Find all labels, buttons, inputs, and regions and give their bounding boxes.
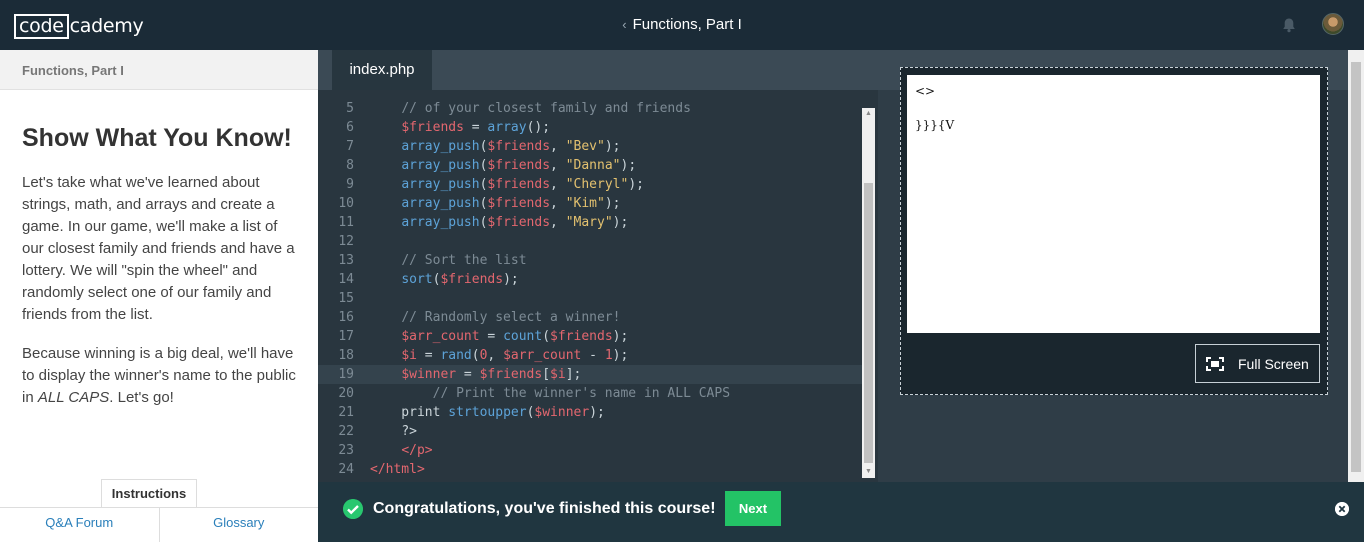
code-line[interactable]: 20 // Print the winner's name in ALL CAP… <box>318 384 863 403</box>
next-button[interactable]: Next <box>725 491 781 526</box>
completion-message: Congratulations, you've finished this co… <box>373 500 716 517</box>
full-screen-button[interactable]: Full Screen <box>1195 344 1320 383</box>
line-number: 18 <box>338 348 354 363</box>
preview-pane: <> }}}{V Full Screen <box>878 67 1348 482</box>
line-code[interactable]: // of your closest family and friends <box>370 99 691 118</box>
preview-frame: <> }}}{V Full Screen <box>900 67 1328 395</box>
lesson-content: Show What You Know! Let's take what we'v… <box>0 90 318 409</box>
course-title-link[interactable]: ‹ Functions, Part I <box>0 16 1364 33</box>
page-scroll-thumb[interactable] <box>1351 62 1361 472</box>
line-number: 8 <box>346 158 354 173</box>
code-line[interactable]: 17 $arr_count = count($friends); <box>318 327 863 346</box>
line-code[interactable]: sort($friends); <box>370 270 518 289</box>
code-line[interactable]: 23 </p> <box>318 441 863 460</box>
line-code[interactable]: array_push($friends, "Mary"); <box>370 213 628 232</box>
lesson-title: Show What You Know! <box>22 124 292 152</box>
line-number: 23 <box>338 443 354 458</box>
code-line[interactable]: 7 array_push($friends, "Bev"); <box>318 137 863 156</box>
completion-banner: Congratulations, you've finished this co… <box>318 482 1364 542</box>
editor-scroll-thumb[interactable] <box>864 183 873 463</box>
top-navbar: code cademy ‹ Functions, Part I <box>0 0 1364 50</box>
line-code[interactable]: $winner = $friends[$i]; <box>370 365 581 384</box>
page-scrollbar[interactable] <box>1348 50 1364 482</box>
line-code[interactable]: $arr_count = count($friends); <box>370 327 628 346</box>
preview-output-line-1: <> <box>915 84 936 98</box>
line-number: 7 <box>346 139 354 154</box>
line-number: 12 <box>338 234 354 249</box>
line-number: 19 <box>338 367 354 382</box>
code-line[interactable]: 19 $winner = $friends[$i]; <box>318 365 863 384</box>
line-number: 5 <box>346 101 354 116</box>
line-code[interactable]: array_push($friends, "Kim"); <box>370 194 620 213</box>
code-editor[interactable]: 5 // of your closest family and friends 6… <box>318 90 878 482</box>
lesson-paragraph-2: Because winning is a big deal, we'll hav… <box>22 343 296 409</box>
line-number: 15 <box>338 291 354 306</box>
bell-icon[interactable] <box>1281 17 1297 33</box>
tab-qa-forum[interactable]: Q&A Forum <box>0 508 159 542</box>
line-number: 11 <box>338 215 354 230</box>
line-code[interactable]: array_push($friends, "Bev"); <box>370 137 620 156</box>
line-number: 17 <box>338 329 354 344</box>
line-number: 14 <box>338 272 354 287</box>
line-code[interactable]: print strtoupper($winner); <box>370 403 605 422</box>
code-line[interactable]: 8 array_push($friends, "Danna"); <box>318 156 863 175</box>
code-line[interactable]: 18 $i = rand(0, $arr_count - 1); <box>318 346 863 365</box>
code-line[interactable]: 5 // of your closest family and friends <box>318 99 863 118</box>
line-number: 13 <box>338 253 354 268</box>
close-icon[interactable] <box>1335 502 1349 516</box>
course-title-text: Functions, Part I <box>632 16 742 33</box>
preview-output-line-2: }}}{V <box>915 118 955 132</box>
code-line[interactable]: 11 array_push($friends, "Mary"); <box>318 213 863 232</box>
code-line[interactable]: 24 </html> <box>318 460 863 479</box>
sidebar-tabs: Instructions Q&A Forum Glossary <box>0 478 318 542</box>
full-screen-label: Full Screen <box>1238 355 1309 372</box>
line-number: 21 <box>338 405 354 420</box>
editor-scrollbar[interactable]: ▲ ▼ <box>862 108 875 478</box>
paragraph-2-emphasis: ALL CAPS <box>37 389 110 406</box>
code-line[interactable]: 12 <box>318 232 863 251</box>
line-code[interactable]: // Print the winner's name in ALL CAPS <box>370 384 730 403</box>
line-number: 22 <box>338 424 354 439</box>
line-code[interactable]: array_push($friends, "Danna"); <box>370 156 636 175</box>
line-code[interactable]: // Sort the list <box>370 251 526 270</box>
code-line[interactable]: 21 print strtoupper($winner); <box>318 403 863 422</box>
code-line[interactable]: 22 ?> <box>318 422 863 441</box>
line-code[interactable]: $i = rand(0, $arr_count - 1); <box>370 346 628 365</box>
line-code[interactable]: ?> <box>370 422 417 441</box>
code-line[interactable]: 9 array_push($friends, "Cheryl"); <box>318 175 863 194</box>
scroll-down-icon[interactable]: ▼ <box>862 466 875 478</box>
line-code[interactable]: // Randomly select a winner! <box>370 308 620 327</box>
code-line[interactable]: 10 array_push($friends, "Kim"); <box>318 194 863 213</box>
lesson-sidebar: Functions, Part I Show What You Know! Le… <box>0 50 318 542</box>
lesson-header: Functions, Part I <box>0 50 318 90</box>
sidebar-tab-row: Q&A Forum Glossary <box>0 507 318 542</box>
line-code[interactable]: array_push($friends, "Cheryl"); <box>370 175 644 194</box>
preview-output: <> }}}{V <box>907 75 1320 333</box>
code-line[interactable]: 16 // Randomly select a winner! <box>318 308 863 327</box>
line-number: 6 <box>346 120 354 135</box>
line-number: 24 <box>338 462 354 477</box>
code-line[interactable]: 14 sort($friends); <box>318 270 863 289</box>
code-line[interactable]: 6 $friends = array(); <box>318 118 863 137</box>
line-code[interactable]: </p> <box>370 441 432 460</box>
user-avatar[interactable] <box>1322 13 1344 35</box>
paragraph-2-end: . Let's go! <box>109 389 174 406</box>
line-code[interactable]: $friends = array(); <box>370 118 550 137</box>
tab-glossary[interactable]: Glossary <box>158 508 319 542</box>
code-line[interactable]: 13 // Sort the list <box>318 251 863 270</box>
check-circle-icon <box>343 499 363 519</box>
line-code[interactable]: </html> <box>370 460 425 479</box>
code-line[interactable]: 15 <box>318 289 863 308</box>
lesson-paragraph-1: Let's take what we've learned about stri… <box>22 174 295 323</box>
line-number: 9 <box>346 177 354 192</box>
file-tab-index-php[interactable]: index.php <box>332 50 432 90</box>
chevron-left-icon: ‹ <box>622 17 627 32</box>
line-number: 10 <box>338 196 354 211</box>
line-number: 20 <box>338 386 354 401</box>
line-number: 16 <box>338 310 354 325</box>
scroll-up-icon[interactable]: ▲ <box>862 108 875 120</box>
tab-instructions[interactable]: Instructions <box>101 479 197 508</box>
fullscreen-icon <box>1206 356 1224 371</box>
